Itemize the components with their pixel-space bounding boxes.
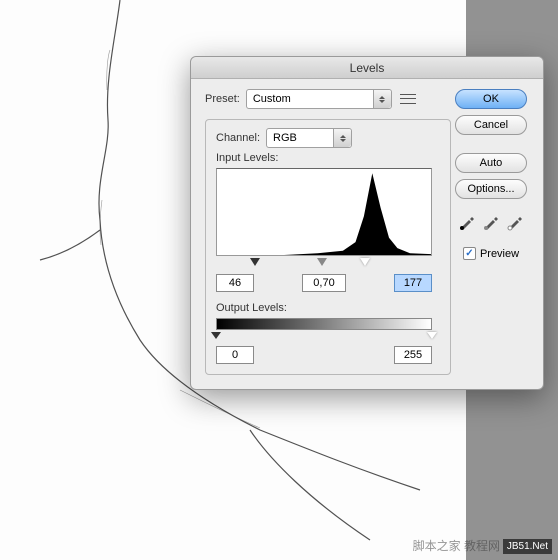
input-white-field[interactable]: 177 bbox=[394, 274, 432, 292]
cancel-button[interactable]: Cancel bbox=[455, 115, 527, 135]
preset-value: Custom bbox=[253, 93, 291, 105]
channel-select[interactable]: RGB bbox=[266, 128, 352, 148]
chevron-updown-icon bbox=[333, 129, 351, 147]
preset-menu-icon[interactable] bbox=[400, 92, 416, 106]
output-slider[interactable] bbox=[216, 332, 432, 342]
channel-label: Channel: bbox=[216, 132, 260, 144]
preview-checkbox[interactable]: ✓ bbox=[463, 247, 476, 260]
input-levels-label: Input Levels: bbox=[216, 152, 278, 164]
output-black-handle[interactable] bbox=[211, 332, 221, 344]
ok-button[interactable]: OK bbox=[455, 89, 527, 109]
preset-select[interactable]: Custom bbox=[246, 89, 392, 109]
eyedropper-gray-icon[interactable] bbox=[482, 213, 500, 231]
dialog-title: Levels bbox=[191, 57, 543, 79]
chevron-updown-icon bbox=[373, 90, 391, 108]
output-gradient bbox=[216, 318, 432, 330]
preview-label: Preview bbox=[480, 248, 519, 260]
white-point-handle[interactable] bbox=[360, 258, 370, 271]
black-point-handle[interactable] bbox=[250, 258, 260, 271]
gray-point-handle[interactable] bbox=[317, 258, 327, 271]
watermark-text: 脚本之家 教程网 bbox=[413, 537, 500, 554]
eyedropper-white-icon[interactable] bbox=[506, 213, 524, 231]
preset-label: Preset: bbox=[205, 93, 240, 105]
output-white-handle[interactable] bbox=[427, 332, 437, 344]
histogram bbox=[216, 168, 432, 256]
channel-value: RGB bbox=[273, 132, 297, 144]
levels-dialog: Levels Preset: Custom Channel: RGB bbox=[190, 56, 544, 390]
output-black-field[interactable]: 0 bbox=[216, 346, 254, 364]
output-white-field[interactable]: 255 bbox=[394, 346, 432, 364]
input-mid-field[interactable]: 0,70 bbox=[302, 274, 346, 292]
output-levels-label: Output Levels: bbox=[216, 302, 440, 314]
options-button[interactable]: Options... bbox=[455, 179, 527, 199]
input-slider[interactable] bbox=[216, 258, 432, 270]
eyedropper-black-icon[interactable] bbox=[458, 213, 476, 231]
input-black-field[interactable]: 46 bbox=[216, 274, 254, 292]
watermark-badge: JB51.Net bbox=[503, 539, 552, 554]
auto-button[interactable]: Auto bbox=[455, 153, 527, 173]
